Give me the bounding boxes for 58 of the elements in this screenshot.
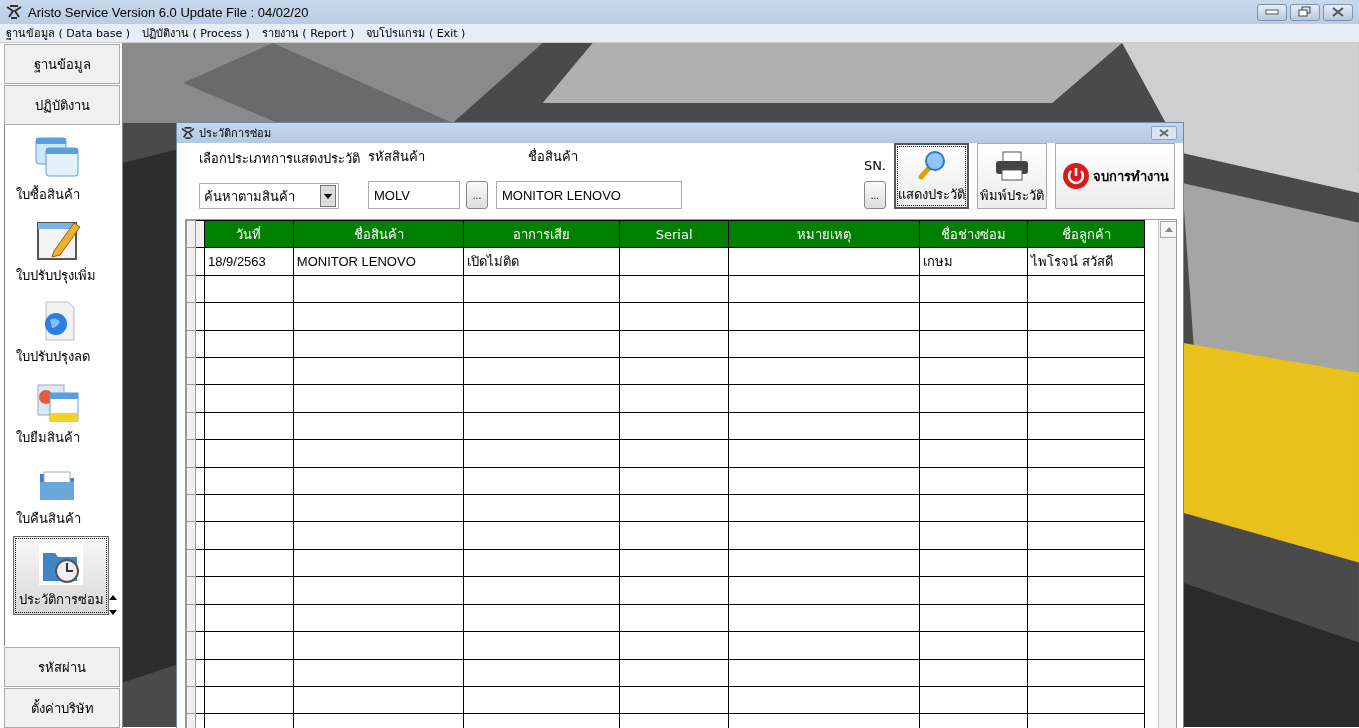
column-header[interactable]: อาการเสีย [464,220,620,248]
window-title: Aristo Service Version 6.0 Update File : 04/02/20 [28,4,309,20]
field-label: รหัสสินค้า [368,148,426,166]
sidebar-item[interactable]: ใบปรับปรุงเพิ่ม [13,212,109,291]
menu-item[interactable]: ฐานข้อมูล ( Data base ) [6,24,131,42]
field-label: SN. [863,158,886,173]
printer-icon [994,151,1030,181]
column-header[interactable]: ชื่อลูกค้า [1027,220,1145,248]
minimize-icon [1265,9,1279,15]
sidebar-item[interactable]: ใบซื้อสินค้า [13,131,109,210]
browse-button[interactable]: ... [466,181,488,209]
sidebar-item[interactable]: ใบปรับปรุงลด [13,293,109,372]
field-label: ชื่อสินค้า [527,147,579,166]
caret-icon [324,193,332,199]
printer-button[interactable]: พิมพ์ประวัติ [977,143,1047,209]
restore-button[interactable] [1290,3,1320,21]
close-icon [1331,7,1345,17]
table-cell: ไพโรจน์ สวัสดี [1027,247,1145,276]
search-icon [916,150,947,180]
column-header[interactable]: Serial [619,220,729,248]
menu-item[interactable]: จบโปรแกรม ( Exit ) [366,24,466,42]
type-dropdown[interactable]: ค้นหาตามสินค้า [199,183,339,209]
scrollbar[interactable] [1158,220,1176,728]
table-cell: เกษม [919,247,1028,276]
dialog-title: ประวัติการซ่อม [199,126,271,142]
scroll-up-icon [1164,227,1173,232]
sidebar-button[interactable]: ฐานข้อมูล [4,44,120,84]
power-icon [1061,162,1090,190]
exit-button[interactable]: จบการทำงาน [1055,143,1175,209]
sidebar-button[interactable]: รหัสผ่าน [4,647,120,687]
sidebar-button[interactable]: ปฏิบัติงาน [4,85,120,125]
app-icon [6,5,22,19]
column-header[interactable]: หมายเหตุ [728,220,920,248]
close-button[interactable] [1151,126,1177,140]
sidebar-item[interactable]: ใบยืมสินค้า [13,374,109,453]
table-cell: 18/9/2563 [204,247,294,276]
browse-button[interactable]: ... [863,181,886,209]
field-label: เลือกประเภทการแสดงประวัติ [199,150,360,168]
sidebar-item[interactable]: ใบคืนสินค้า [13,455,109,534]
table-cell: MONITOR LENOVO [293,247,464,276]
close-button[interactable] [1323,3,1353,21]
app-icon [181,127,195,139]
sidebar-item[interactable]: ประวัติการซ่อม [13,536,109,615]
sidebar-button[interactable]: ตั้งค่าบริษัท [4,688,120,728]
name-field[interactable]: MONITOR LENOVO [496,181,682,209]
code-field[interactable]: MOLV [368,181,460,209]
menu-item[interactable]: ปฏิบัติงาน ( Process ) [142,24,250,42]
column-header[interactable]: วันที่ [204,220,294,248]
restore-icon [1298,6,1312,18]
column-header[interactable]: ชื่อช่างซ่อม [919,220,1028,248]
column-header[interactable]: ชื่อสินค้า [293,220,464,248]
spin-arrows-icon[interactable] [108,593,118,617]
search-button[interactable]: แสดงประวัติ [894,143,969,209]
table-cell: เปิดไม่ติด [464,247,620,276]
menu-item[interactable]: รายงาน ( Report ) [261,24,355,42]
minimize-button[interactable] [1257,3,1287,21]
clock-icon [37,541,85,587]
close-icon [1158,129,1170,137]
